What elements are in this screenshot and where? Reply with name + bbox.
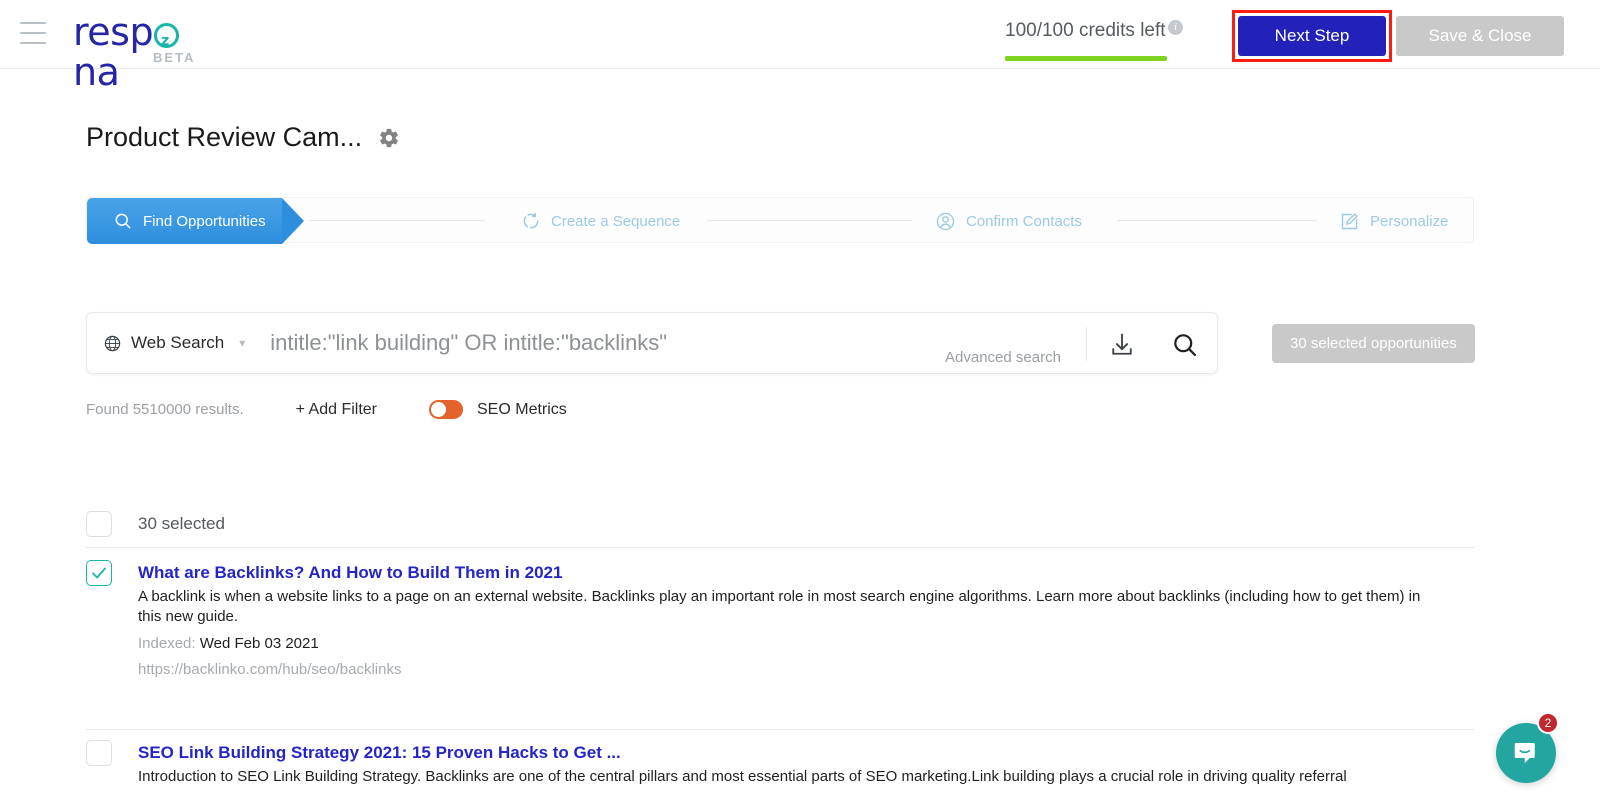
gear-icon[interactable] [378, 127, 400, 149]
intercom-unread-badge: 2 [1537, 712, 1559, 734]
credits-progress-bar [1005, 56, 1167, 61]
step-connector-3 [1117, 220, 1317, 221]
step-personalize-label: Personalize [1370, 212, 1449, 230]
result-indexed-value: Wed Feb 03 2021 [199, 635, 319, 652]
download-button[interactable] [1108, 331, 1136, 364]
result-checkbox[interactable] [86, 740, 112, 766]
top-bar: respna BETA 100/100 credits left i Next … [0, 0, 1600, 92]
result-indexed-label: Indexed: [138, 635, 196, 652]
next-step-button[interactable]: Next Step [1238, 16, 1386, 56]
edit-square-icon [1341, 212, 1358, 229]
result-snippet: A backlink is when a website links to a … [138, 588, 1421, 625]
logo-beta-badge: BETA [153, 50, 196, 65]
search-source-dropdown[interactable]: Web Search ▾ [87, 333, 245, 353]
step-personalize[interactable]: Personalize [1339, 198, 1448, 244]
refresh-icon [523, 212, 539, 229]
seo-metrics-toggle-knob [431, 402, 446, 417]
globe-icon [104, 335, 121, 351]
step-create-a-sequence[interactable]: Create a Sequence [521, 198, 680, 244]
chat-bubble-icon [1514, 743, 1535, 763]
logo-text-suffix: na [73, 50, 120, 94]
result-content: What are Backlinks? And How to Build The… [138, 560, 1474, 678]
search-bar: Web Search ▾ Advanced search [86, 312, 1218, 374]
logo-o-icon [154, 21, 180, 61]
user-circle-icon [936, 212, 955, 230]
result-indexed: Indexed: Wed Feb 03 2021 [138, 635, 1474, 652]
result-content: SEO Link Building Strategy 2021: 15 Prov… [138, 740, 1474, 787]
logo-text-prefix: resp [73, 10, 154, 54]
info-icon[interactable]: i [1168, 20, 1183, 35]
select-all-row: 30 selected [86, 500, 1474, 548]
result-row: SEO Link Building Strategy 2021: 15 Prov… [86, 740, 1474, 809]
select-all-label: 30 selected [138, 513, 225, 533]
result-url: https://backlinko.com/hub/seo/backlinks [138, 661, 402, 678]
campaign-stepper: Find Opportunities Create a Sequence Con… [86, 197, 1474, 244]
advanced-search-link[interactable]: Advanced search [945, 349, 1061, 366]
hamburger-icon[interactable] [20, 22, 46, 44]
found-results-label: Found 5510000 results. [86, 401, 244, 418]
step-confirm-contacts[interactable]: Confirm Contacts [935, 198, 1082, 244]
search-input[interactable] [245, 330, 1217, 356]
select-all-checkbox[interactable] [86, 510, 112, 537]
step-connector-1 [310, 220, 485, 221]
logo-wordmark: respna [73, 12, 223, 92]
step-confirm-contacts-label: Confirm Contacts [966, 212, 1082, 230]
check-icon [92, 567, 106, 579]
page-title: Product Review Cam... [86, 122, 363, 152]
result-checkbox[interactable] [86, 560, 112, 586]
seo-metrics-label: SEO Metrics [477, 400, 567, 418]
seo-metrics-toggle[interactable]: SEO Metrics [429, 400, 567, 419]
step-find-opportunities[interactable]: Find Opportunities [87, 198, 304, 244]
page-title-row: Product Review Cam... [86, 122, 400, 153]
credits-indicator: 100/100 credits left [1005, 20, 1185, 61]
result-title-link[interactable]: SEO Link Building Strategy 2021: 15 Prov… [138, 742, 1474, 764]
save-and-close-button[interactable]: Save & Close [1396, 16, 1564, 56]
run-search-button[interactable] [1171, 331, 1199, 364]
search-source-label: Web Search [131, 333, 225, 352]
selected-opportunities-button[interactable]: 30 selected opportunities [1272, 324, 1475, 363]
result-title-link[interactable]: What are Backlinks? And How to Build The… [138, 562, 1474, 584]
result-row: What are Backlinks? And How to Build The… [86, 560, 1474, 730]
step-create-a-sequence-label: Create a Sequence [551, 212, 681, 230]
result-snippet: Introduction to SEO Link Building Strate… [138, 768, 1347, 785]
search-bar-divider [1086, 327, 1087, 361]
filter-row: Found 5510000 results. + Add Filter SEO … [86, 400, 567, 419]
search-icon [115, 213, 131, 229]
add-filter-button[interactable]: + Add Filter [296, 401, 377, 419]
search-icon [1174, 334, 1197, 357]
respona-logo[interactable]: respna BETA [73, 12, 223, 92]
download-icon [1112, 333, 1132, 355]
step-connector-2 [707, 220, 912, 221]
step-find-opportunities-label: Find Opportunities [143, 212, 266, 230]
credits-label: 100/100 credits left [1005, 20, 1166, 41]
seo-metrics-toggle-track [429, 400, 463, 419]
